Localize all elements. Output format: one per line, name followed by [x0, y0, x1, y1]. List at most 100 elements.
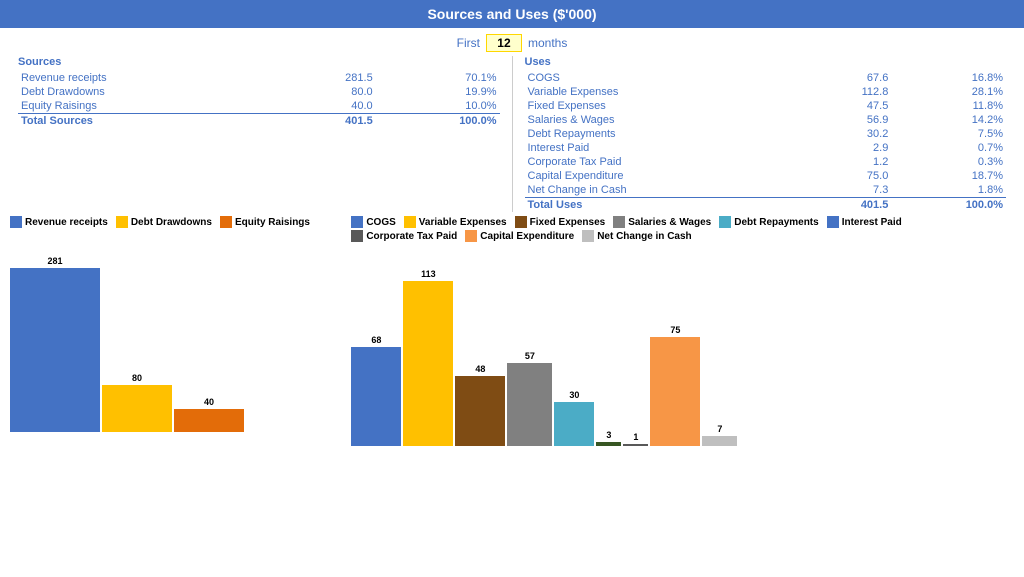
- months-row: First months: [0, 28, 1024, 56]
- row-label: Interest Paid: [525, 141, 803, 155]
- legend-color: [351, 216, 363, 228]
- table-row: Variable Expenses 112.8 28.1%: [525, 85, 1007, 99]
- legend-label: Capital Expenditure: [480, 231, 574, 242]
- bar-value-label: 30: [569, 390, 579, 400]
- row-percent: 11.8%: [891, 99, 1006, 113]
- bar-value-label: 75: [670, 325, 680, 335]
- legend-label: Debt Drawdowns: [131, 217, 212, 228]
- legend-label: Salaries & Wages: [628, 217, 711, 228]
- row-label: Net Change in Cash: [525, 183, 803, 198]
- uses-total-value: 401.5: [803, 198, 892, 213]
- bar-value-label: 80: [132, 373, 142, 383]
- bar: [455, 376, 505, 446]
- legend-item: Variable Expenses: [404, 216, 507, 228]
- legend-color: [404, 216, 416, 228]
- row-value: 75.0: [803, 169, 892, 183]
- row-percent: 18.7%: [891, 169, 1006, 183]
- legend-item: Equity Raisings: [220, 216, 310, 228]
- bar-group: 30: [554, 251, 594, 446]
- sources-legend: Revenue receipts Debt Drawdowns Equity R…: [10, 216, 341, 228]
- bar: [650, 337, 700, 446]
- legend-label: Net Change in Cash: [597, 231, 691, 242]
- charts-area: Revenue receipts Debt Drawdowns Equity R…: [0, 212, 1024, 446]
- content-area: Sources Revenue receipts 281.5 70.1%Debt…: [0, 56, 1024, 212]
- months-label-before: First: [457, 36, 480, 50]
- bar-value-label: 1: [633, 432, 638, 442]
- sources-panel: Sources Revenue receipts 281.5 70.1%Debt…: [10, 56, 508, 212]
- legend-color: [10, 216, 22, 228]
- row-value: 40.0: [280, 99, 376, 114]
- row-label: Variable Expenses: [525, 85, 803, 99]
- table-row: Interest Paid 2.9 0.7%: [525, 141, 1007, 155]
- legend-label: Variable Expenses: [419, 217, 507, 228]
- months-label-after: months: [528, 36, 567, 50]
- bar-value-label: 113: [421, 269, 436, 279]
- row-value: 7.3: [803, 183, 892, 198]
- row-label: COGS: [525, 71, 803, 85]
- row-percent: 0.3%: [891, 155, 1006, 169]
- legend-label: Fixed Expenses: [530, 217, 606, 228]
- bar-group: 68: [351, 251, 401, 446]
- bar: [507, 363, 552, 446]
- legend-item: Corporate Tax Paid: [351, 230, 457, 242]
- sources-heading: Sources: [18, 56, 500, 68]
- sources-table: Revenue receipts 281.5 70.1%Debt Drawdow…: [18, 71, 500, 128]
- row-value: 80.0: [280, 85, 376, 99]
- sources-bar-chart: 281 80 40: [10, 232, 341, 432]
- row-label: Corporate Tax Paid: [525, 155, 803, 169]
- bar-group: 281: [10, 237, 100, 432]
- bar-group: 7: [702, 251, 737, 446]
- page-title: Sources and Uses ($'000): [0, 0, 1024, 28]
- bar: [623, 444, 648, 446]
- table-row: Corporate Tax Paid 1.2 0.3%: [525, 155, 1007, 169]
- legend-color: [465, 230, 477, 242]
- bar-group: 57: [507, 251, 552, 446]
- bar-group: 3: [596, 251, 621, 446]
- uses-chart-container: COGS Variable Expenses Fixed Expenses Sa…: [351, 216, 1014, 446]
- bar: [596, 442, 621, 446]
- row-percent: 10.0%: [376, 99, 500, 114]
- uses-heading: Uses: [525, 56, 1007, 68]
- legend-item: Interest Paid: [827, 216, 902, 228]
- sources-total-label: Total Sources: [18, 114, 280, 129]
- bar: [554, 402, 594, 446]
- bar: [351, 347, 401, 446]
- row-label: Equity Raisings: [18, 99, 280, 114]
- uses-total-label: Total Uses: [525, 198, 803, 213]
- row-percent: 7.5%: [891, 127, 1006, 141]
- row-value: 47.5: [803, 99, 892, 113]
- table-row: Debt Repayments 30.2 7.5%: [525, 127, 1007, 141]
- row-value: 112.8: [803, 85, 892, 99]
- row-percent: 16.8%: [891, 71, 1006, 85]
- panel-divider: [512, 56, 513, 212]
- legend-color: [351, 230, 363, 242]
- legend-label: Revenue receipts: [25, 217, 108, 228]
- bar: [102, 385, 172, 432]
- bar: [10, 268, 100, 432]
- row-label: Revenue receipts: [18, 71, 280, 85]
- months-input[interactable]: [486, 34, 522, 52]
- table-row: COGS 67.6 16.8%: [525, 71, 1007, 85]
- row-label: Capital Expenditure: [525, 169, 803, 183]
- row-percent: 28.1%: [891, 85, 1006, 99]
- legend-item: Capital Expenditure: [465, 230, 574, 242]
- legend-label: COGS: [366, 217, 395, 228]
- legend-item: Debt Repayments: [719, 216, 818, 228]
- legend-label: Interest Paid: [842, 217, 902, 228]
- table-row: Debt Drawdowns 80.0 19.9%: [18, 85, 500, 99]
- bar: [702, 436, 737, 446]
- uses-total-percent: 100.0%: [891, 198, 1006, 213]
- row-percent: 0.7%: [891, 141, 1006, 155]
- legend-color: [827, 216, 839, 228]
- legend-item: COGS: [351, 216, 395, 228]
- row-label: Salaries & Wages: [525, 113, 803, 127]
- row-percent: 1.8%: [891, 183, 1006, 198]
- table-row: Net Change in Cash 7.3 1.8%: [525, 183, 1007, 198]
- row-label: Debt Drawdowns: [18, 85, 280, 99]
- bar-value-label: 40: [204, 397, 214, 407]
- uses-panel: Uses COGS 67.6 16.8%Variable Expenses 11…: [517, 56, 1015, 212]
- legend-item: Salaries & Wages: [613, 216, 711, 228]
- sources-chart-container: Revenue receipts Debt Drawdowns Equity R…: [10, 216, 341, 446]
- row-value: 1.2: [803, 155, 892, 169]
- uses-table: COGS 67.6 16.8%Variable Expenses 112.8 2…: [525, 71, 1007, 212]
